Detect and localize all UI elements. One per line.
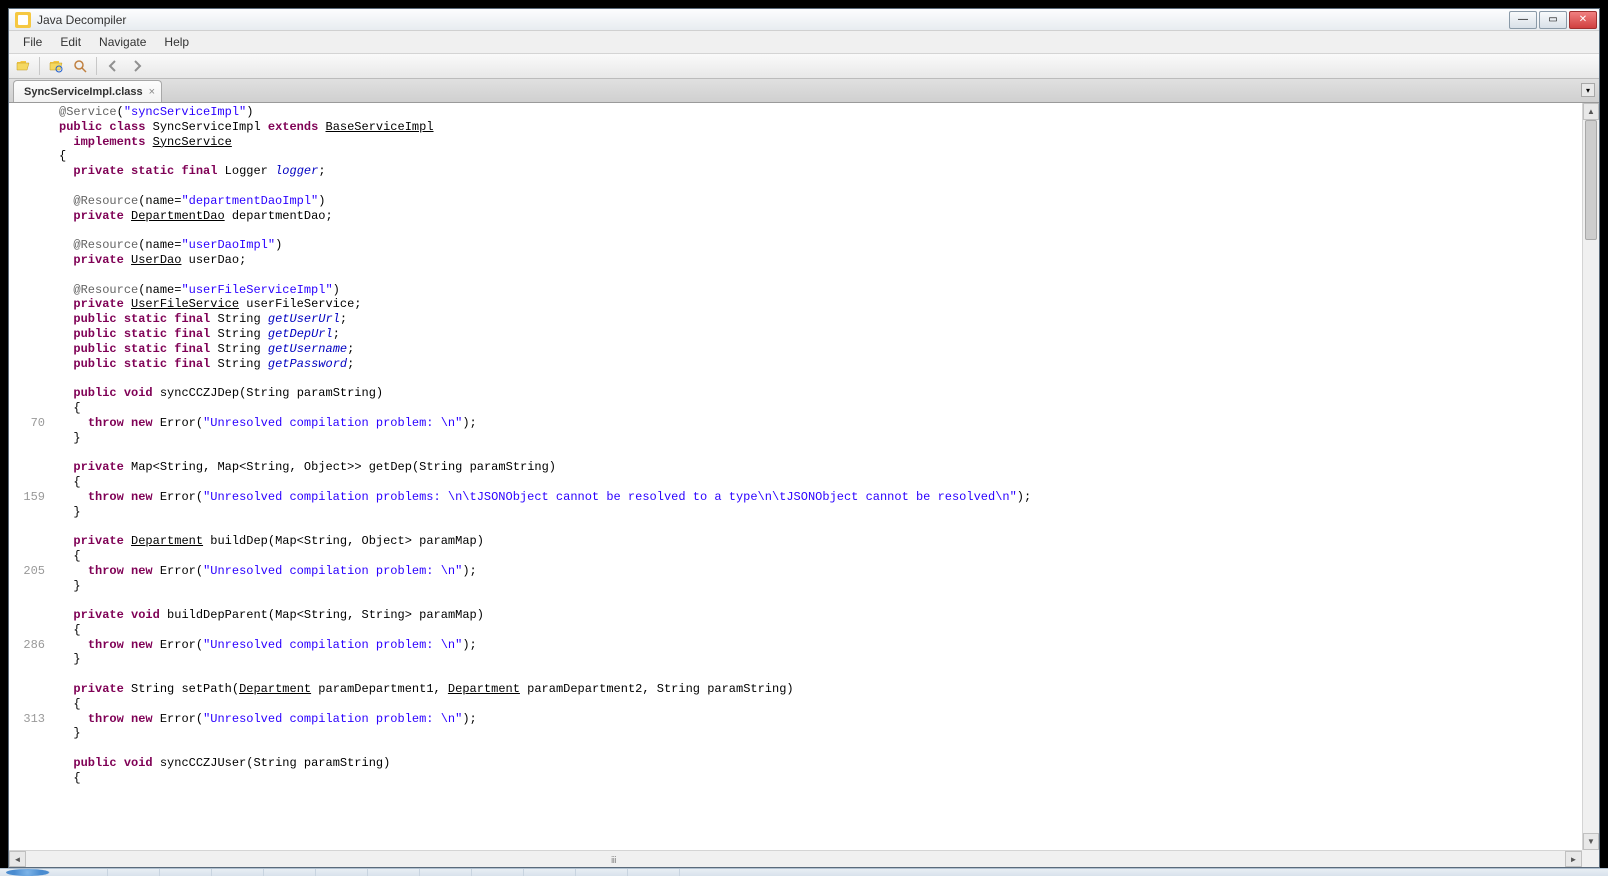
tab-syncserviceimpl[interactable]: SyncServiceImpl.class × xyxy=(13,80,162,102)
horizontal-scrollbar[interactable]: ◄ ⅲ ► xyxy=(9,850,1582,867)
tab-label: SyncServiceImpl.class xyxy=(24,86,143,98)
app-window: Java Decompiler — ▭ ✕ File Edit Navigate… xyxy=(8,8,1600,868)
toolbar xyxy=(9,53,1599,79)
scroll-left-icon[interactable]: ◄ xyxy=(9,851,26,867)
minimize-button[interactable]: — xyxy=(1509,11,1537,29)
taskbar-app[interactable] xyxy=(368,869,420,876)
taskbar-app[interactable] xyxy=(212,869,264,876)
tab-bar: SyncServiceImpl.class × ▾ xyxy=(9,79,1599,103)
toolbar-separator xyxy=(39,57,40,75)
taskbar-app[interactable] xyxy=(56,869,108,876)
editor: 70 159 205 286 313 @Service("syncService… xyxy=(9,103,1599,867)
open-type-icon[interactable] xyxy=(46,56,66,76)
code-view[interactable]: @Service("syncServiceImpl") public class… xyxy=(51,103,1599,867)
taskbar-app[interactable] xyxy=(420,869,472,876)
taskbar-app[interactable] xyxy=(160,869,212,876)
menubar: File Edit Navigate Help xyxy=(9,31,1599,53)
start-button[interactable] xyxy=(6,869,50,876)
maximize-button[interactable]: ▭ xyxy=(1539,11,1567,29)
line-number: 159 xyxy=(9,490,51,505)
scroll-right-icon[interactable]: ► xyxy=(1565,851,1582,867)
line-number: 313 xyxy=(9,712,51,727)
menu-edit[interactable]: Edit xyxy=(52,33,89,51)
window-controls: — ▭ ✕ xyxy=(1509,11,1597,29)
line-number: 205 xyxy=(9,564,51,579)
taskbar-app[interactable] xyxy=(576,869,628,876)
open-file-icon[interactable] xyxy=(13,56,33,76)
line-number: 286 xyxy=(9,638,51,653)
taskbar-app[interactable] xyxy=(472,869,524,876)
tab-close-icon[interactable]: × xyxy=(149,86,155,98)
taskbar-app[interactable] xyxy=(264,869,316,876)
line-gutter: 70 159 205 286 313 xyxy=(9,103,51,867)
scroll-up-icon[interactable]: ▲ xyxy=(1583,103,1599,120)
taskbar-app[interactable] xyxy=(524,869,576,876)
titlebar: Java Decompiler — ▭ ✕ xyxy=(9,9,1599,31)
app-icon xyxy=(15,12,31,28)
forward-icon[interactable] xyxy=(127,56,147,76)
menu-help[interactable]: Help xyxy=(156,33,197,51)
search-icon[interactable] xyxy=(70,56,90,76)
taskbar-app[interactable] xyxy=(628,869,680,876)
taskbar[interactable] xyxy=(0,868,1608,876)
toolbar-separator xyxy=(96,57,97,75)
window-title: Java Decompiler xyxy=(37,13,1503,27)
tab-list-dropdown-icon[interactable]: ▾ xyxy=(1581,83,1595,97)
taskbar-app[interactable] xyxy=(316,869,368,876)
vertical-scrollbar[interactable]: ▲ ▼ xyxy=(1582,103,1599,850)
menu-navigate[interactable]: Navigate xyxy=(91,33,154,51)
back-icon[interactable] xyxy=(103,56,123,76)
line-number: 70 xyxy=(9,416,51,431)
taskbar-app[interactable] xyxy=(108,869,160,876)
scroll-corner xyxy=(1582,850,1599,867)
scroll-down-icon[interactable]: ▼ xyxy=(1583,833,1599,850)
scroll-thumb[interactable] xyxy=(1585,120,1597,240)
scroll-track[interactable]: ⅲ xyxy=(26,851,1565,867)
close-button[interactable]: ✕ xyxy=(1569,11,1597,29)
menu-file[interactable]: File xyxy=(15,33,50,51)
